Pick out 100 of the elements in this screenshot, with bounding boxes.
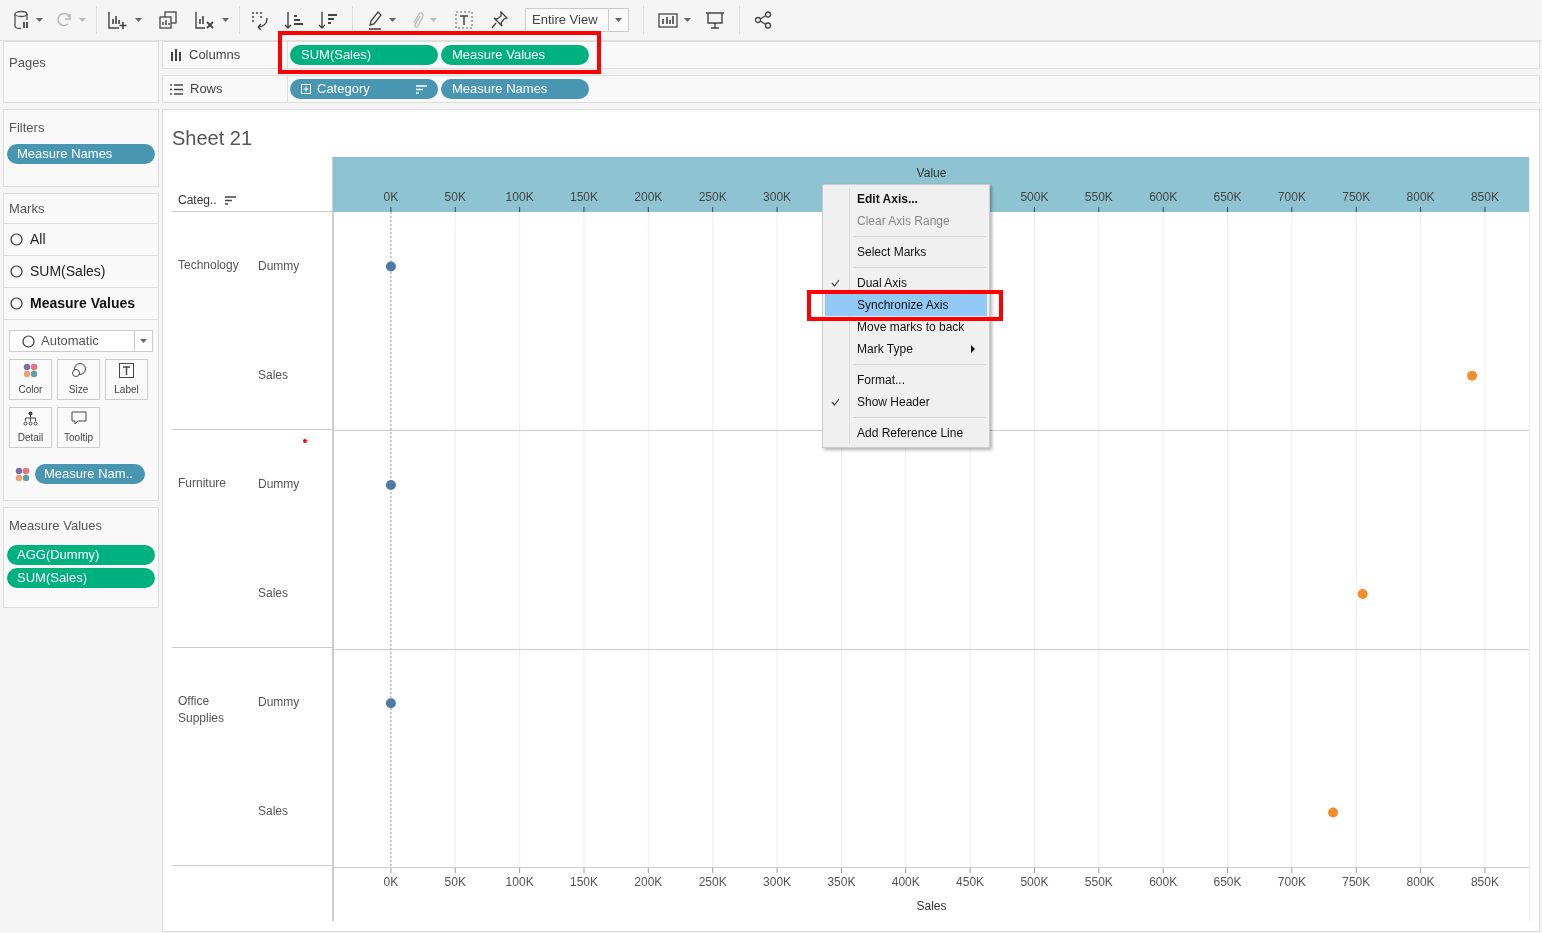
card-title: Marks xyxy=(9,199,45,218)
menu-item[interactable]: Add Reference Line xyxy=(825,426,987,440)
caret-icon xyxy=(615,18,622,22)
caret-icon[interactable] xyxy=(684,18,691,22)
axis-label: 800K xyxy=(1406,875,1435,889)
speech-bubble-icon xyxy=(70,411,87,426)
axis-label: 850K xyxy=(1470,875,1499,889)
swap-icon[interactable] xyxy=(250,10,270,30)
columns-icon xyxy=(170,49,182,61)
axis-label: 250K xyxy=(698,875,727,889)
highlighter-icon[interactable] xyxy=(367,10,383,30)
marks-color-button[interactable]: Color xyxy=(9,359,52,400)
axis-label: 350K xyxy=(827,875,856,889)
data-point xyxy=(385,698,396,709)
datasource-icon[interactable] xyxy=(14,10,30,30)
axis-label: 700K xyxy=(1277,875,1306,889)
marks-tab[interactable]: SUM(Sales) xyxy=(4,256,158,288)
marks-tab[interactable]: Measure Values xyxy=(4,288,158,320)
share-icon[interactable] xyxy=(754,11,772,29)
axis-label: 150K xyxy=(569,190,598,204)
axis-label: 850K xyxy=(1470,190,1499,204)
axis-label: 500K xyxy=(1020,190,1049,204)
menu-item[interactable]: Move marks to back xyxy=(825,320,987,334)
data-point xyxy=(1357,589,1368,600)
caret-icon[interactable] xyxy=(36,18,43,22)
color-dots-icon xyxy=(23,363,38,378)
row-header: Dummy xyxy=(258,476,300,494)
caret-icon[interactable] xyxy=(389,18,396,22)
data-point xyxy=(1328,807,1339,818)
color-dots-icon xyxy=(15,466,30,482)
row-header: Sales xyxy=(258,584,289,602)
expand-icon[interactable] xyxy=(301,84,311,94)
radio-circle-icon xyxy=(10,233,23,246)
sheet-title: Sheet 21 xyxy=(172,126,253,151)
axis-label: 650K xyxy=(1213,190,1242,204)
checkmark-icon xyxy=(831,279,840,287)
sort-descending-icon[interactable] xyxy=(318,10,338,30)
axis-label: 600K xyxy=(1149,875,1178,889)
axis-label: 50K xyxy=(444,190,466,204)
row-header: Office Supplies xyxy=(178,693,226,727)
rows-icon xyxy=(170,83,183,95)
axis-label: 550K xyxy=(1084,875,1113,889)
menu-item[interactable]: Dual Axis xyxy=(825,276,987,290)
data-point xyxy=(1467,370,1478,381)
marks-detail-button[interactable]: Detail xyxy=(9,407,52,448)
axis-label: 650K xyxy=(1213,875,1242,889)
marks-label-button[interactable]: Label xyxy=(105,359,148,400)
radio-circle-icon xyxy=(10,297,23,310)
radio-circle-icon xyxy=(10,265,23,278)
row-header: Technology xyxy=(178,257,240,274)
caret-icon xyxy=(140,339,147,343)
caret-icon[interactable] xyxy=(135,18,142,22)
row-header: Dummy xyxy=(258,694,300,712)
marks-size-button[interactable]: Size xyxy=(57,359,100,400)
card-title: Measure Values xyxy=(8,517,102,535)
menu-item[interactable]: Edit Axis... xyxy=(825,192,987,206)
row-header: Sales xyxy=(258,802,289,820)
axis-label: 750K xyxy=(1342,875,1371,889)
presentation-icon[interactable] xyxy=(705,11,725,29)
mark-type-dropdown[interactable]: Automatic xyxy=(9,330,153,352)
sort-ascending-icon[interactable] xyxy=(284,10,304,30)
menu-item[interactable]: Select Marks xyxy=(825,245,987,259)
new-chart-icon[interactable] xyxy=(107,10,127,30)
pin-icon[interactable] xyxy=(491,10,509,30)
caret-icon[interactable] xyxy=(222,18,229,22)
checkmark-icon xyxy=(831,398,840,406)
axis-label: 450K xyxy=(956,875,985,889)
data-point xyxy=(385,479,396,490)
column-header: Categ.. xyxy=(178,192,217,209)
text-label-icon xyxy=(119,363,134,378)
sort-icon[interactable] xyxy=(224,196,236,205)
axis-title: Sales xyxy=(916,899,947,913)
axis-label: 100K xyxy=(505,190,534,204)
shelf-label: Columns xyxy=(189,46,241,65)
row-header: Dummy xyxy=(258,258,300,276)
axis-label: 500K xyxy=(1020,875,1049,889)
card-title: Filters xyxy=(8,119,45,137)
view-dropdown[interactable]: Entire View xyxy=(525,8,629,32)
marks-tab[interactable]: All xyxy=(4,224,158,256)
menu-item[interactable]: Synchronize Axis xyxy=(825,294,987,316)
shelf-label: Rows xyxy=(190,80,223,99)
row-header: Sales xyxy=(258,366,289,384)
axis-label: 550K xyxy=(1084,190,1113,204)
menu-item[interactable]: Show Header xyxy=(825,395,987,409)
radio-circle-icon xyxy=(22,334,35,348)
menu-item[interactable]: Mark Type xyxy=(825,342,987,356)
menu-item[interactable]: Format... xyxy=(825,373,987,387)
axis-label: 200K xyxy=(634,875,663,889)
clear-chart-icon[interactable] xyxy=(194,10,214,30)
size-icon xyxy=(70,363,87,378)
axis-label: 250K xyxy=(698,190,727,204)
text-box-icon[interactable] xyxy=(455,11,473,29)
axis-label: 750K xyxy=(1342,190,1371,204)
axis-label: 300K xyxy=(763,190,792,204)
duplicate-chart-icon[interactable] xyxy=(158,10,178,30)
marks-tooltip-button[interactable]: Tooltip xyxy=(57,407,100,448)
show-me-icon[interactable] xyxy=(658,11,678,29)
axis-label: 400K xyxy=(891,875,920,889)
axis-label: 50K xyxy=(444,875,466,889)
axis-label: 0K xyxy=(383,190,399,204)
